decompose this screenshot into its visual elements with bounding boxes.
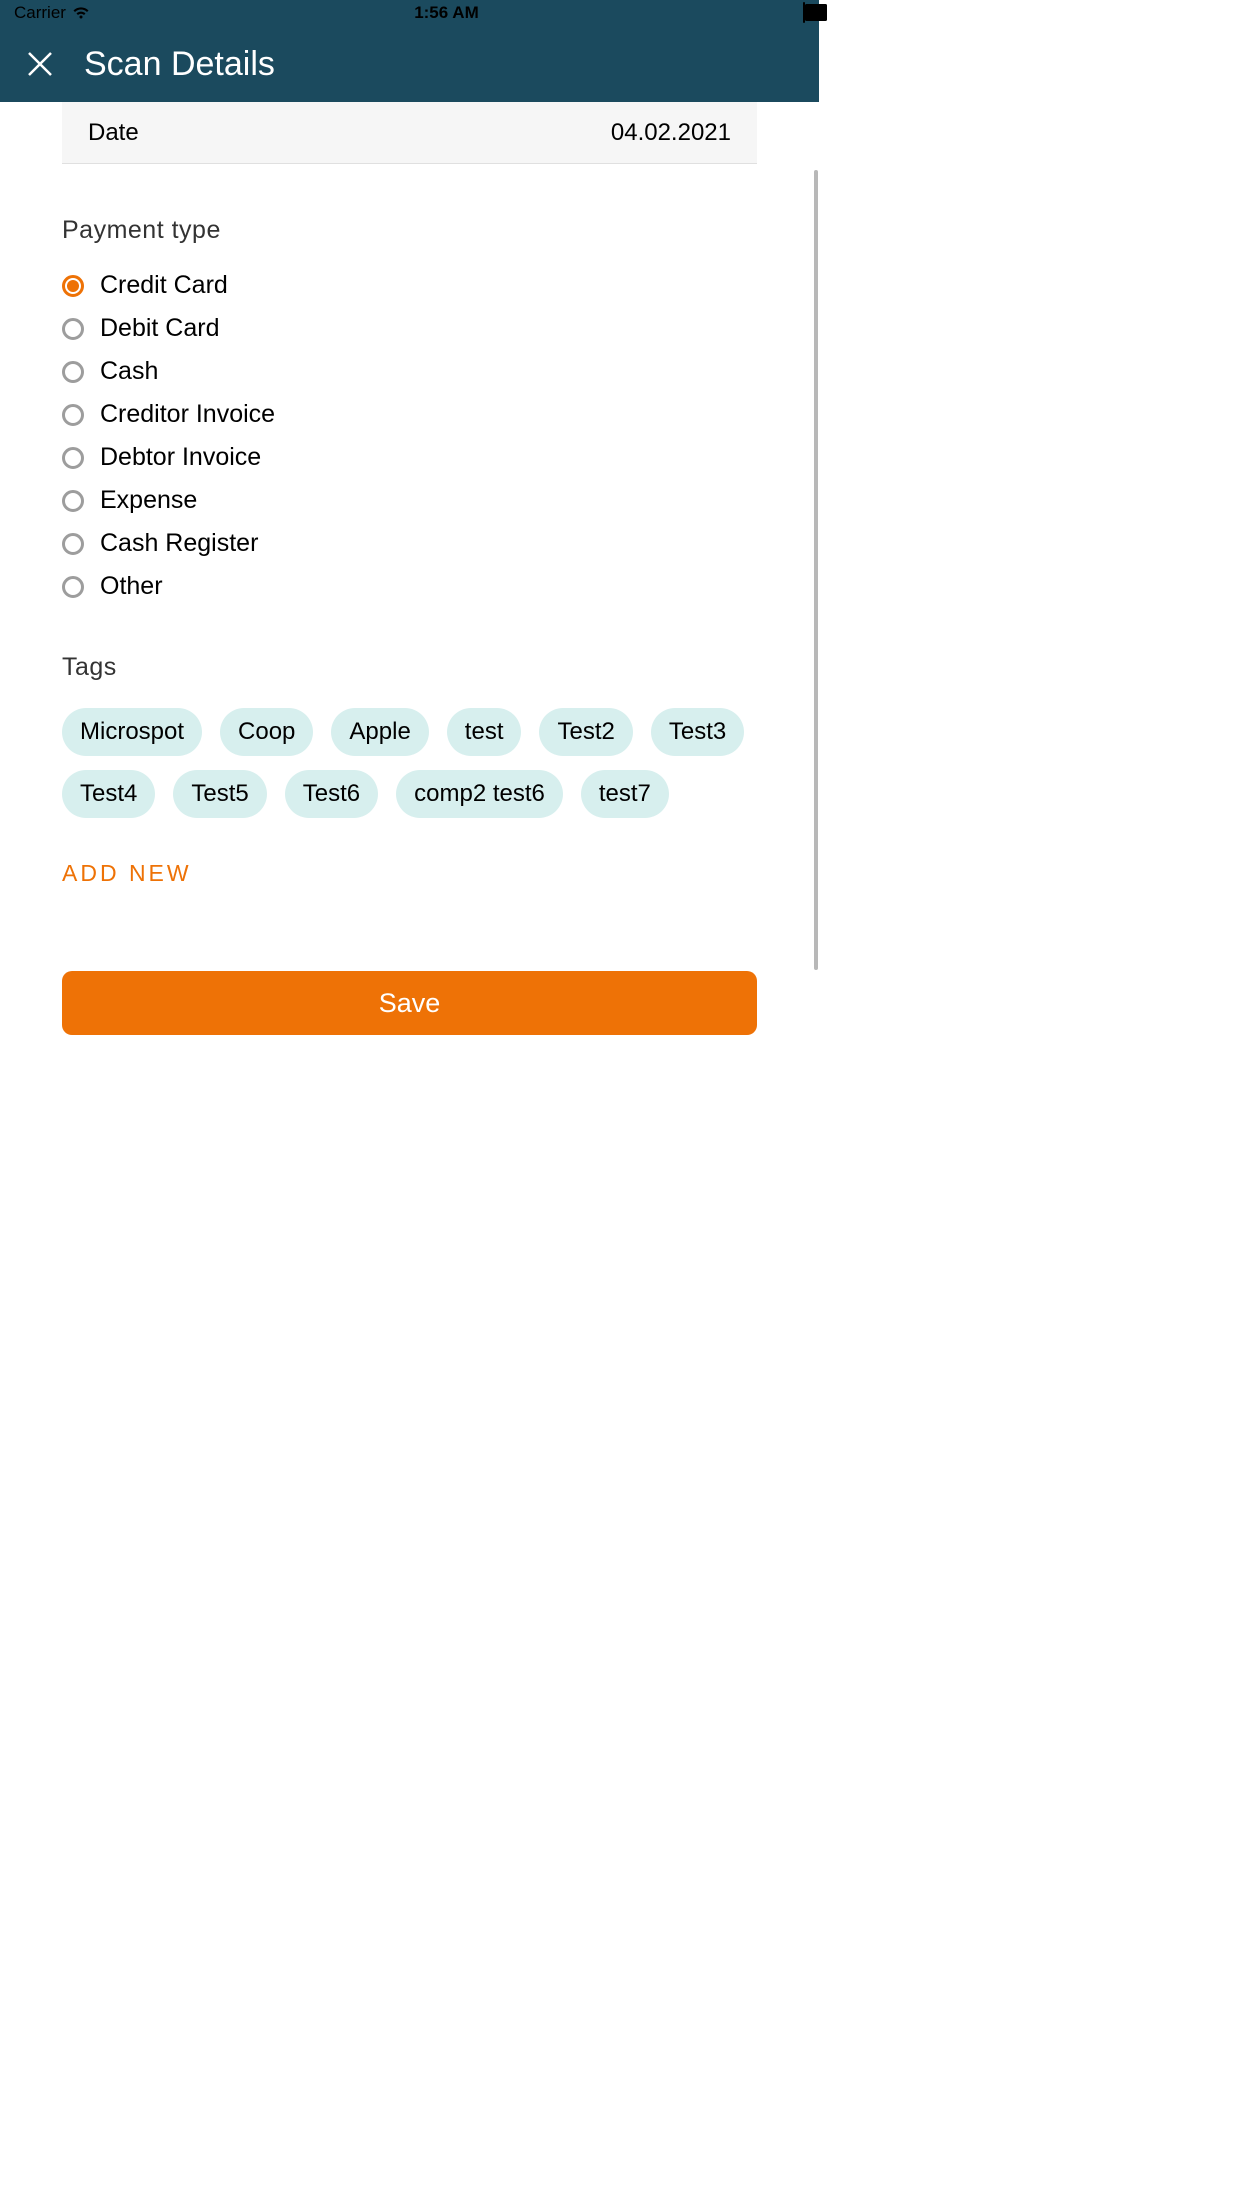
status-right xyxy=(803,3,805,23)
tags-header: Tags xyxy=(62,653,757,682)
radio-icon xyxy=(62,275,84,297)
tag-chip[interactable]: test xyxy=(447,708,522,756)
payment-type-option[interactable]: Debit Card xyxy=(62,314,757,343)
tag-chip[interactable]: test7 xyxy=(581,770,669,818)
payment-type-label: Credit Card xyxy=(100,271,228,300)
payment-type-option[interactable]: Debtor Invoice xyxy=(62,443,757,472)
payment-type-label: Debit Card xyxy=(100,314,220,343)
payment-type-label: Debtor Invoice xyxy=(100,443,261,472)
scrollbar[interactable] xyxy=(814,170,818,970)
payment-type-option[interactable]: Creditor Invoice xyxy=(62,400,757,429)
page-title: Scan Details xyxy=(84,45,275,84)
content-area: Date 04.02.2021 Payment type Credit Card… xyxy=(0,102,819,1035)
radio-icon xyxy=(62,318,84,340)
payment-type-label: Cash xyxy=(100,357,158,386)
radio-icon xyxy=(62,533,84,555)
payment-type-label: Creditor Invoice xyxy=(100,400,275,429)
radio-icon xyxy=(62,361,84,383)
payment-type-option[interactable]: Expense xyxy=(62,486,757,515)
tag-chip[interactable]: Test4 xyxy=(62,770,155,818)
tag-chip[interactable]: Coop xyxy=(220,708,313,756)
date-label: Date xyxy=(88,119,139,147)
tags-container: Microspot Coop Apple test Test2 Test3 Test4 Tes… xyxy=(62,708,757,818)
payment-type-header: Payment type xyxy=(62,216,757,245)
save-button[interactable]: Save xyxy=(62,971,757,1035)
payment-type-option[interactable]: Cash Register xyxy=(62,529,757,558)
radio-icon xyxy=(62,576,84,598)
tag-chip[interactable]: Test6 xyxy=(285,770,378,818)
wifi-icon xyxy=(72,6,90,20)
tag-chip[interactable]: Test5 xyxy=(173,770,266,818)
carrier-label: Carrier xyxy=(14,3,66,23)
status-time: 1:56 AM xyxy=(414,3,479,23)
date-value: 04.02.2021 xyxy=(611,119,731,147)
payment-type-option[interactable]: Credit Card xyxy=(62,271,757,300)
date-row[interactable]: Date 04.02.2021 xyxy=(62,102,757,164)
radio-icon xyxy=(62,404,84,426)
tag-chip[interactable]: comp2 test6 xyxy=(396,770,563,818)
tag-chip[interactable]: Test2 xyxy=(539,708,632,756)
payment-type-label: Other xyxy=(100,572,163,601)
header-bar: Scan Details xyxy=(0,26,819,102)
close-icon xyxy=(27,51,53,77)
payment-type-list: Credit Card Debit Card Cash Creditor Invoic… xyxy=(62,271,757,601)
payment-type-label: Expense xyxy=(100,486,197,515)
status-left: Carrier xyxy=(14,3,90,23)
payment-type-option[interactable]: Cash xyxy=(62,357,757,386)
tag-chip[interactable]: Microspot xyxy=(62,708,202,756)
status-bar: Carrier 1:56 AM xyxy=(0,0,819,26)
add-new-tag-button[interactable]: ADD NEW xyxy=(62,860,757,887)
radio-icon xyxy=(62,447,84,469)
close-button[interactable] xyxy=(20,44,60,84)
tag-chip[interactable]: Apple xyxy=(331,708,428,756)
payment-type-option[interactable]: Other xyxy=(62,572,757,601)
radio-icon xyxy=(62,490,84,512)
tag-chip[interactable]: Test3 xyxy=(651,708,744,756)
battery-icon xyxy=(803,3,805,23)
payment-type-label: Cash Register xyxy=(100,529,258,558)
